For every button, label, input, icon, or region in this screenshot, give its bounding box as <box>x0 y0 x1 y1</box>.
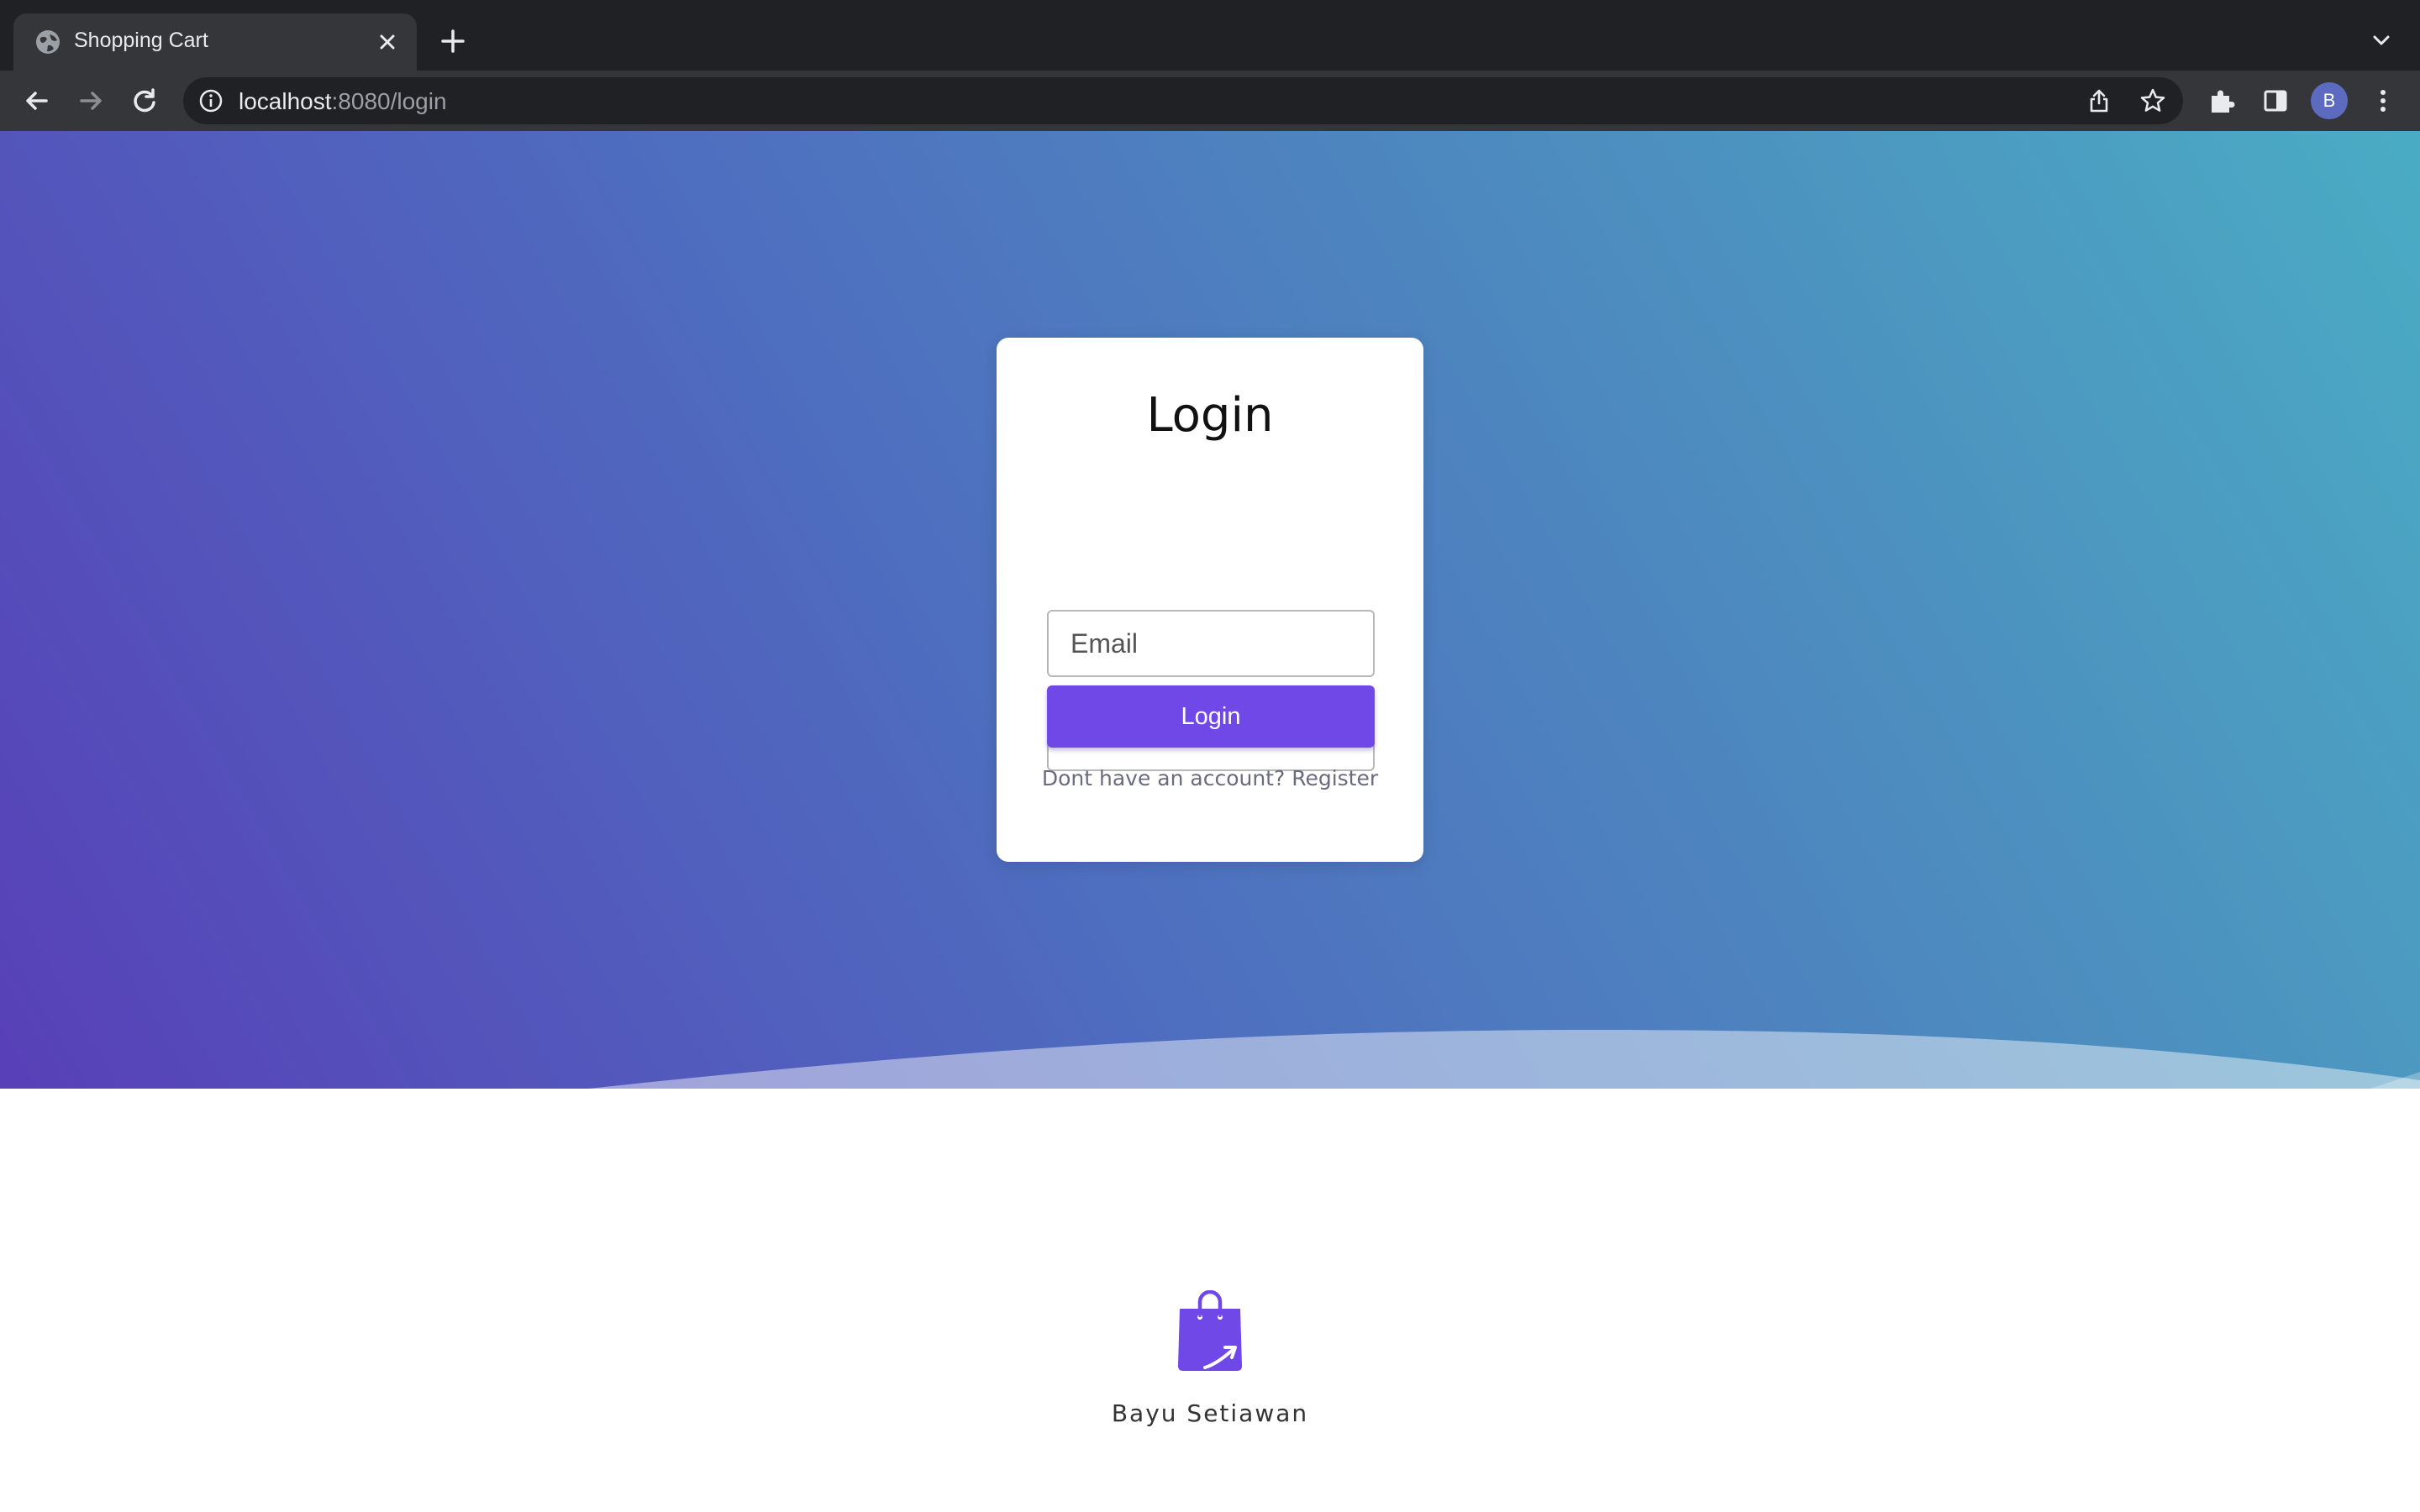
avatar[interactable]: B <box>2311 82 2348 119</box>
browser-toolbar: localhost:8080/login B <box>0 71 2420 131</box>
url-text: localhost:8080/login <box>239 88 447 115</box>
globe-icon <box>34 28 62 56</box>
register-prompt: Dont have an account? Register <box>997 766 1423 790</box>
extensions-icon[interactable] <box>2207 86 2237 116</box>
login-button[interactable]: Login <box>1047 685 1375 748</box>
brand-name: Bayu Setiawan <box>1111 1399 1309 1427</box>
back-icon[interactable] <box>22 86 52 116</box>
shopping-bag-logo <box>1176 1289 1244 1374</box>
tab-shopping-cart[interactable]: Shopping Cart <box>13 13 417 71</box>
plus-icon[interactable] <box>437 25 469 57</box>
share-icon[interactable] <box>2086 87 2112 114</box>
browser-tab-strip: Shopping Cart <box>0 0 2420 71</box>
address-bar[interactable]: localhost:8080/login <box>183 77 2183 124</box>
register-link[interactable]: Register <box>1292 766 1378 790</box>
menu-icon[interactable] <box>2368 86 2398 116</box>
login-title: Login <box>1146 388 1274 443</box>
chevron-down-icon[interactable] <box>2368 27 2395 54</box>
info-icon[interactable] <box>198 88 224 113</box>
reload-icon[interactable] <box>129 86 160 116</box>
star-icon[interactable] <box>2139 87 2166 114</box>
url-host: localhost <box>239 88 332 114</box>
email-field[interactable] <box>1047 610 1375 677</box>
forward-icon[interactable] <box>76 86 106 116</box>
tab-title: Shopping Cart <box>74 29 208 52</box>
close-icon[interactable] <box>373 28 402 56</box>
sidepanel-icon[interactable] <box>2260 86 2291 116</box>
url-path: :8080/login <box>331 88 447 114</box>
register-prompt-text: Dont have an account? <box>1041 766 1286 790</box>
